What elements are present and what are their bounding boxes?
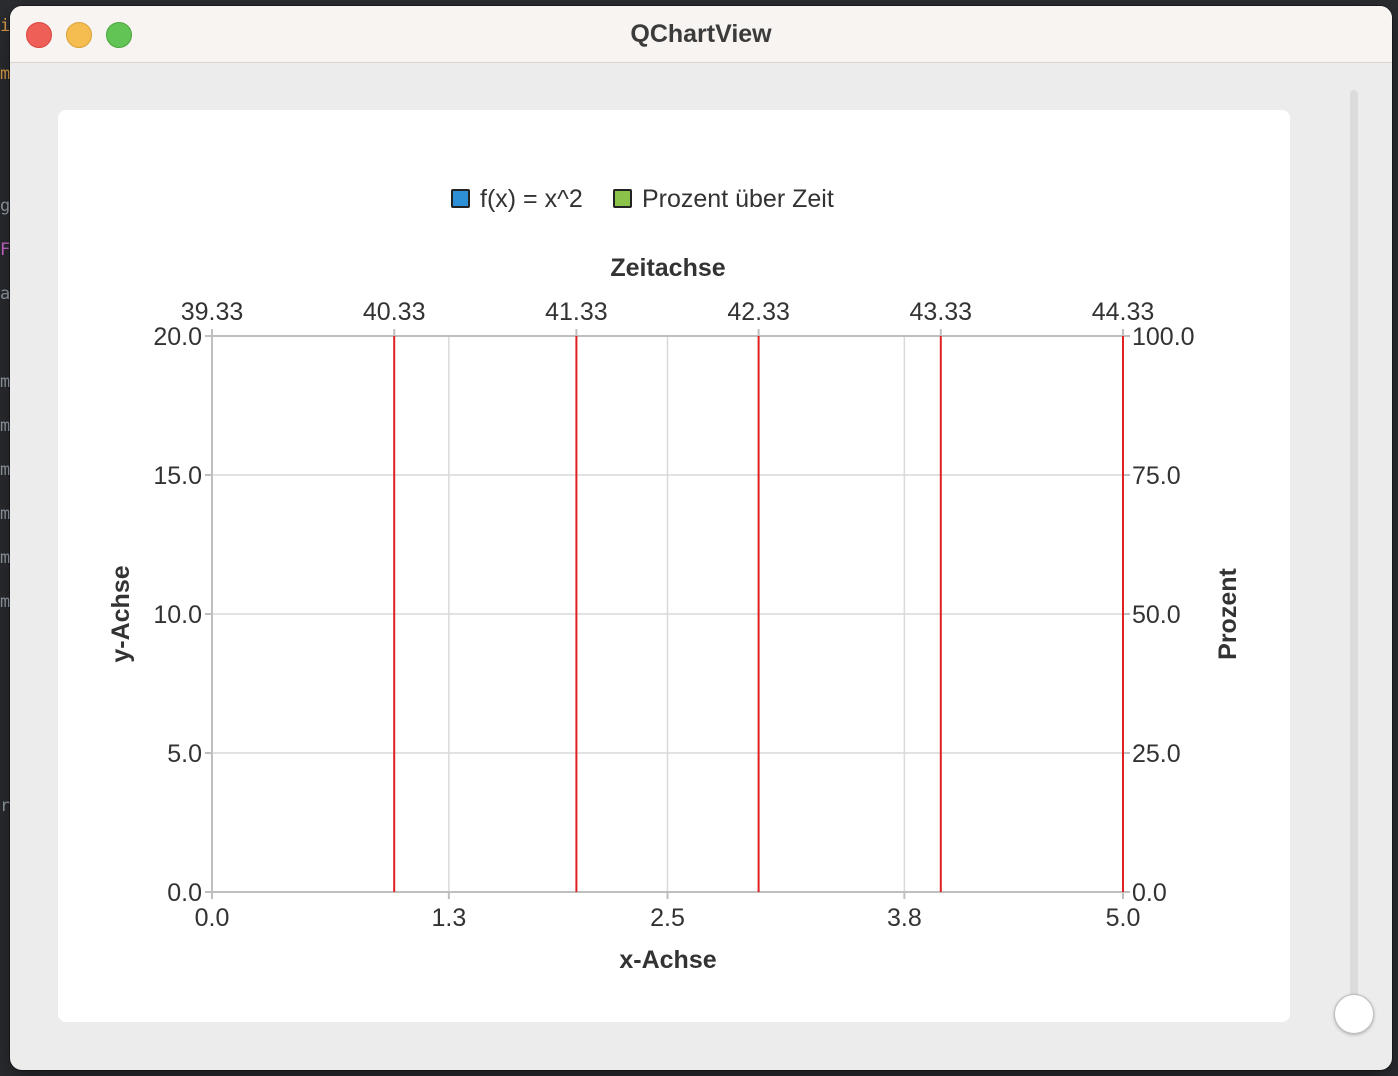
legend-marker-percent[interactable] [613,189,632,208]
chart-tick-labels: 0.0 1.3 2.5 3.8 5.00.05.010.015.020.039.33 40… [153,298,1194,932]
backdrop-code-fragment: r [0,796,11,816]
legend-marker-xsquared[interactable] [451,189,470,208]
left-axis-title: y-Achse [107,565,135,662]
left-axis-tick-label: 20.0 [153,323,202,351]
chart-canvas: f(x) = x^2 Prozent über Zeit Zeitachse x… [107,185,1242,974]
chart-view: f(x) = x^2 Prozent über Zeit Zeitachse x… [58,110,1290,1022]
window-title: QChartView [630,20,772,48]
right-axis-tick-label: 25.0 [1132,740,1181,768]
left-axis-tick-label: 0.0 [167,879,202,907]
backdrop-code-fragment: m [0,592,11,612]
right-axis-tick-label: 100.0 [1132,323,1195,351]
backdrop-code-fragment: m [0,372,11,392]
backdrop-code-fragment: m [0,64,11,84]
top-axis-tick-label: 44.33 [1092,298,1155,326]
right-axis-title: Prozent [1214,567,1242,659]
backdrop-code-fragment: a [0,284,11,304]
legend-label-xsquared[interactable]: f(x) = x^2 [480,185,583,213]
bottom-axis-tick-label: 3.8 [887,904,922,932]
top-axis-tick-label: 43.33 [910,298,973,326]
backdrop-code-fragment: F [0,240,11,260]
top-axis-tick-label: 40.33 [363,298,426,326]
bottom-axis-title: x-Achse [619,946,716,974]
bottom-axis-tick-label: 5.0 [1106,904,1141,932]
top-axis-tick-label: 42.33 [727,298,790,326]
scrollbar-handle[interactable] [1334,994,1374,1034]
left-axis-tick-label: 10.0 [153,601,202,629]
right-axis-tick-label: 50.0 [1132,601,1181,629]
scrollbar-track[interactable] [1350,90,1358,1010]
legend-label-percent[interactable]: Prozent über Zeit [642,185,834,213]
bottom-axis-tick-label: 2.5 [650,904,685,932]
window-titlebar[interactable]: QChartView [10,6,1392,63]
top-axis-tick-label: 41.33 [545,298,608,326]
top-axis-title: Zeitachse [610,254,725,282]
top-axis-tick-label: 39.33 [181,298,244,326]
bottom-axis-tick-label: 1.3 [431,904,466,932]
right-axis-tick-label: 75.0 [1132,462,1181,490]
backdrop-code-fragment: m [0,548,11,568]
qchartview-window: QChartView f(x) = x^2 Prozent über Zeit … [10,6,1392,1070]
backdrop-code-fragment: m [0,460,11,480]
backdrop-code-fragment: m [0,504,11,524]
bottom-axis-tick-label: 0.0 [195,904,230,932]
backdrop-code-fragment: m [0,416,11,436]
backdrop-code-fragment: g [0,196,11,216]
left-axis-tick-label: 5.0 [167,740,202,768]
backdrop-code-fragment: i [0,16,11,36]
left-axis-tick-label: 15.0 [153,462,202,490]
chart-legend: f(x) = x^2 Prozent über Zeit [451,185,834,213]
chart-grid [211,335,1124,893]
right-axis-tick-label: 0.0 [1132,879,1167,907]
